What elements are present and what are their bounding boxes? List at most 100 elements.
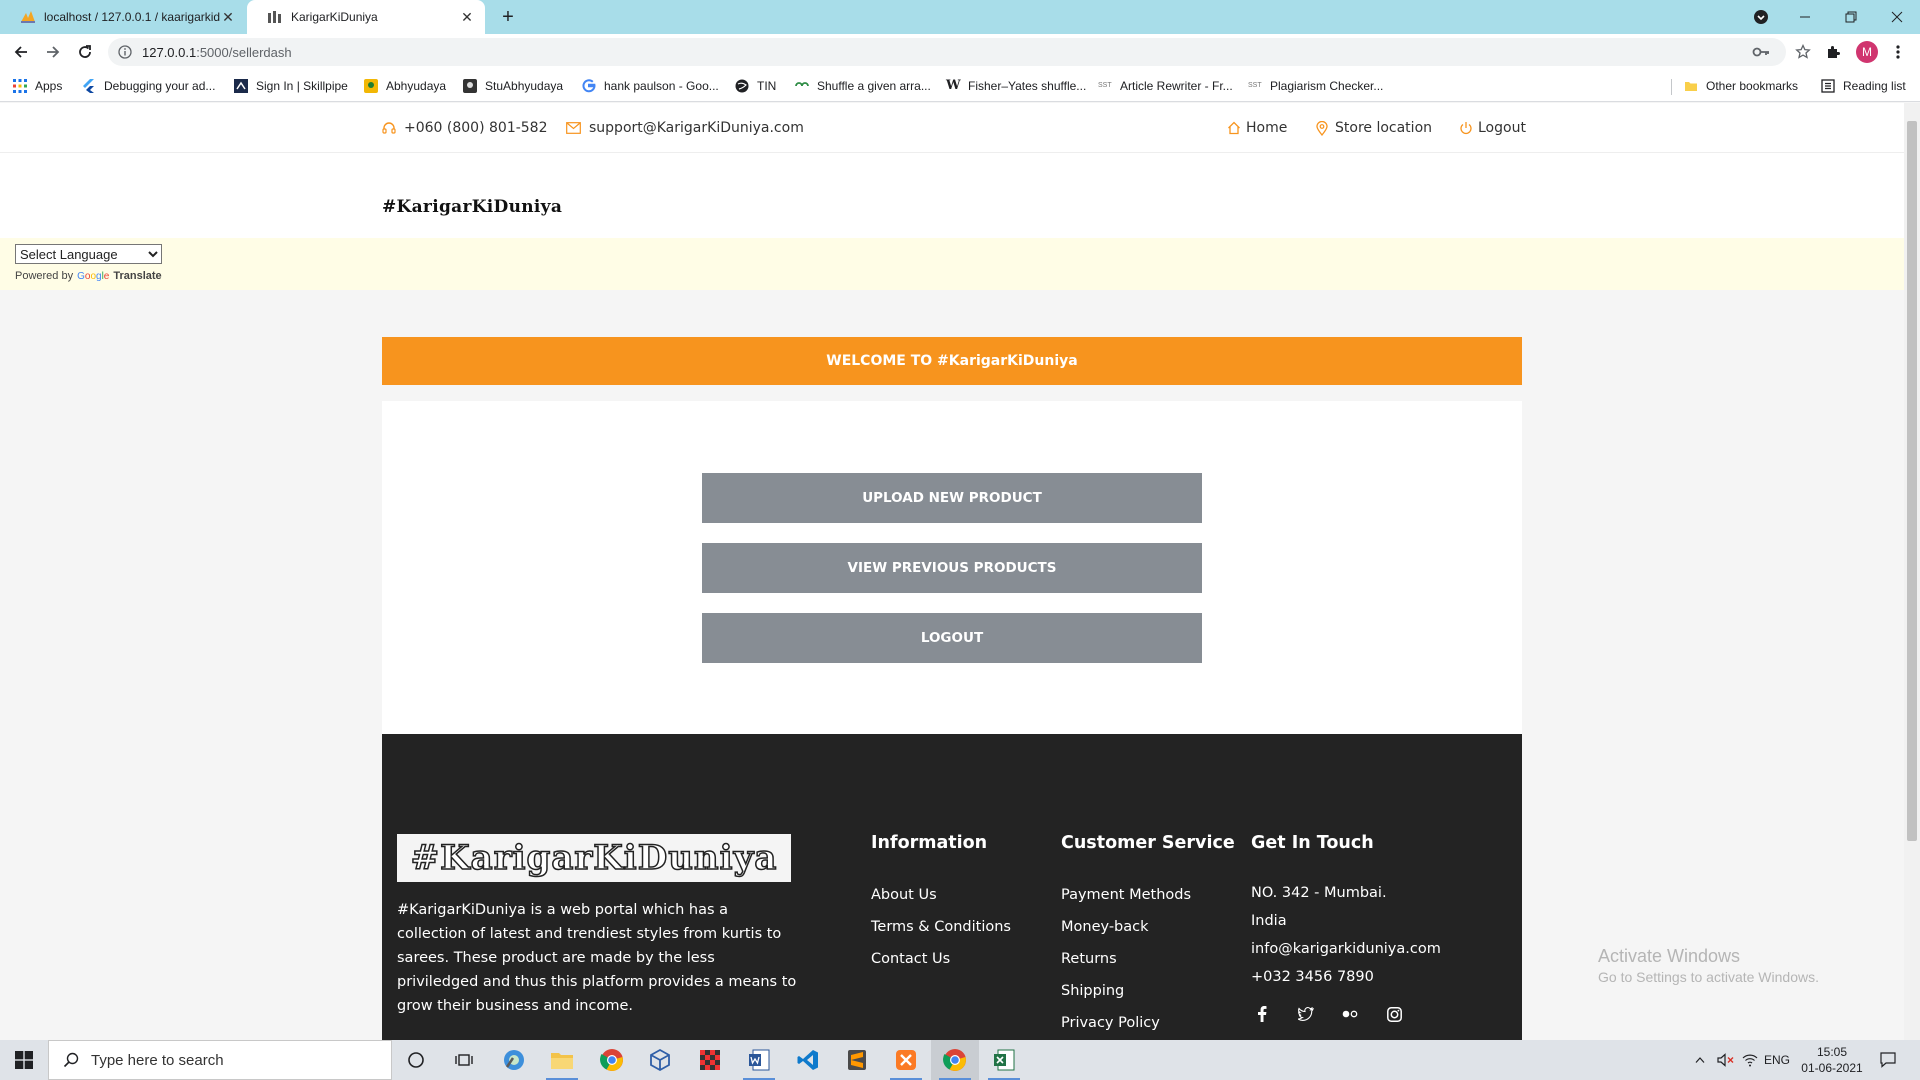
browser-menu-button[interactable] [1888, 42, 1908, 62]
abhyudaya-icon [364, 79, 378, 93]
flickr-icon[interactable] [1339, 1005, 1361, 1023]
upload-new-product-button[interactable]: UPLOAD NEW PRODUCT [702, 473, 1202, 523]
bookmark-article-rewriter[interactable]: SST Article Rewriter - Fr... [1098, 77, 1233, 95]
footer-link-about-us[interactable]: About Us [871, 879, 1011, 911]
bookmark-star-icon[interactable] [1794, 44, 1812, 60]
address-bar[interactable]: 127.0.0.1:5000/sellerdash [108, 38, 1811, 66]
taskbar-app-word[interactable] [735, 1040, 783, 1080]
bookmark-label: hank paulson - Goo... [604, 79, 719, 93]
excel-icon [994, 1049, 1015, 1071]
minimize-button[interactable] [1782, 0, 1828, 34]
url-text[interactable]: 127.0.0.1:5000/sellerdash [142, 45, 292, 60]
url-path: :5000/sellerdash [196, 45, 292, 60]
new-tab-button[interactable]: + [496, 6, 520, 28]
gfg-icon [795, 79, 809, 93]
site-topbar: +060 (800) 801-582 support@KarigarKiDuni… [0, 103, 1904, 153]
wifi-icon [1742, 1054, 1758, 1067]
powered-by-google: Powered by Google Translate [15, 270, 162, 282]
instagram-icon[interactable] [1383, 1005, 1405, 1023]
close-tab-icon[interactable]: ✕ [459, 9, 475, 25]
notification-icon [1880, 1052, 1896, 1068]
footer-link-terms[interactable]: Terms & Conditions [871, 911, 1011, 943]
sublime-text-icon [848, 1050, 866, 1070]
taskbar-app-android-studio[interactable] [490, 1040, 538, 1080]
nav-logout[interactable]: Logout [1459, 118, 1526, 138]
task-view-button[interactable] [440, 1040, 488, 1080]
taskbar-app-sublime[interactable] [833, 1040, 881, 1080]
reading-list-button[interactable]: Reading list [1821, 77, 1906, 95]
skillpipe-icon [234, 79, 248, 93]
taskbar-search-input[interactable]: Type here to search [48, 1040, 392, 1080]
site-brand[interactable]: #KarigarKiDuniya [382, 197, 562, 217]
footer-email[interactable]: info@karigarkiduniya.com [1251, 935, 1441, 963]
contact-email[interactable]: support@KarigarKiDuniya.com [566, 118, 804, 138]
twitter-icon[interactable] [1295, 1005, 1317, 1023]
close-window-button[interactable] [1874, 0, 1920, 34]
cortana-button[interactable] [392, 1040, 440, 1080]
footer-link-returns[interactable]: Returns [1061, 943, 1235, 975]
home-icon [1227, 121, 1241, 135]
bookmark-label: Shuffle a given arra... [817, 79, 931, 93]
taskbar-app-excel[interactable] [980, 1040, 1028, 1080]
facebook-icon[interactable] [1251, 1005, 1273, 1023]
tray-overflow-button[interactable] [1690, 1040, 1710, 1080]
footer-link-contact-us[interactable]: Contact Us [871, 943, 1011, 975]
bookmark-shuffle[interactable]: Shuffle a given arra... [795, 77, 931, 95]
bookmark-label: Abhyudaya [386, 79, 447, 93]
footer-link-money-back[interactable]: Money-back [1061, 911, 1235, 943]
translate-link[interactable]: Translate [113, 270, 161, 282]
network-button[interactable] [1738, 1040, 1762, 1080]
taskbar-clock[interactable]: 15:05 01-06-2021 [1792, 1044, 1872, 1076]
taskbar-app-file-explorer[interactable] [538, 1040, 586, 1080]
taskbar-app-xampp[interactable] [882, 1040, 930, 1080]
bookmark-tin[interactable]: TIN [735, 77, 776, 95]
password-key-icon[interactable] [1752, 44, 1770, 60]
page-scrollbar[interactable] [1904, 103, 1920, 1040]
bookmark-other[interactable]: Other bookmarks [1684, 77, 1798, 95]
site-info-icon[interactable] [118, 45, 132, 59]
apps-grid-icon [13, 79, 27, 93]
forward-button[interactable] [43, 42, 63, 62]
view-previous-products-button[interactable]: VIEW PREVIOUS PRODUCTS [702, 543, 1202, 593]
taskbar-app-chrome-active[interactable] [931, 1040, 979, 1080]
tab-search-button[interactable] [1738, 0, 1784, 34]
footer-link-shipping[interactable]: Shipping [1061, 975, 1235, 1007]
close-tab-icon[interactable]: ✕ [220, 9, 236, 25]
nav-store-location[interactable]: Store location [1316, 118, 1432, 138]
footer-link-privacy-policy[interactable]: Privacy Policy [1061, 1007, 1235, 1039]
taskbar-app-virtualbox[interactable] [636, 1040, 684, 1080]
input-language[interactable]: ENG [1762, 1040, 1792, 1080]
taskbar-app-checkered[interactable] [686, 1040, 734, 1080]
restore-button[interactable] [1828, 0, 1874, 34]
nav-home[interactable]: Home [1227, 118, 1287, 138]
bookmark-debugging[interactable]: Debugging your ad... [82, 77, 215, 95]
taskbar-app-vscode[interactable] [784, 1040, 832, 1080]
tab-karigarkiduniya[interactable]: KarigarKiDuniya ✕ [247, 0, 485, 34]
extensions-button[interactable] [1823, 42, 1843, 62]
scrollbar-thumb[interactable] [1907, 121, 1917, 841]
action-center-button[interactable] [1872, 1040, 1904, 1080]
sst-icon: SST [1248, 82, 1262, 89]
seller-dashboard-card: UPLOAD NEW PRODUCT VIEW PREVIOUS PRODUCT… [382, 401, 1522, 734]
bookmark-plagiarism[interactable]: SST Plagiarism Checker... [1248, 77, 1383, 95]
taskbar-app-chrome[interactable] [588, 1040, 636, 1080]
footer-link-payment-methods[interactable]: Payment Methods [1061, 879, 1235, 911]
profile-avatar[interactable]: M [1856, 41, 1878, 63]
bookmark-label: Reading list [1843, 79, 1906, 93]
reload-button[interactable] [75, 42, 95, 62]
back-arrow-icon [14, 46, 27, 58]
back-button[interactable] [11, 42, 31, 62]
logout-button[interactable]: LOGOUT [702, 613, 1202, 663]
start-button[interactable] [0, 1040, 48, 1080]
tab-phpmyadmin[interactable]: localhost / 127.0.0.1 / kaarigarkid ✕ [0, 0, 246, 34]
volume-button[interactable] [1714, 1040, 1738, 1080]
bookmark-apps[interactable]: Apps [13, 77, 62, 95]
bookmark-fisher-yates[interactable]: W Fisher–Yates shuffle... [946, 77, 1086, 95]
bookmark-abhyudaya[interactable]: Abhyudaya [364, 77, 446, 95]
bookmark-skillpipe[interactable]: Sign In | Skillpipe [234, 77, 348, 95]
footer-customer-service-column: Customer Service Payment Methods Money-b… [1061, 833, 1235, 1039]
language-select[interactable]: Select Language [15, 244, 162, 264]
bookmark-stuabhyudaya[interactable]: StuAbhyudaya [463, 77, 563, 95]
vscode-icon [797, 1050, 818, 1070]
bookmark-hank-paulson[interactable]: hank paulson - Goo... [582, 77, 719, 95]
